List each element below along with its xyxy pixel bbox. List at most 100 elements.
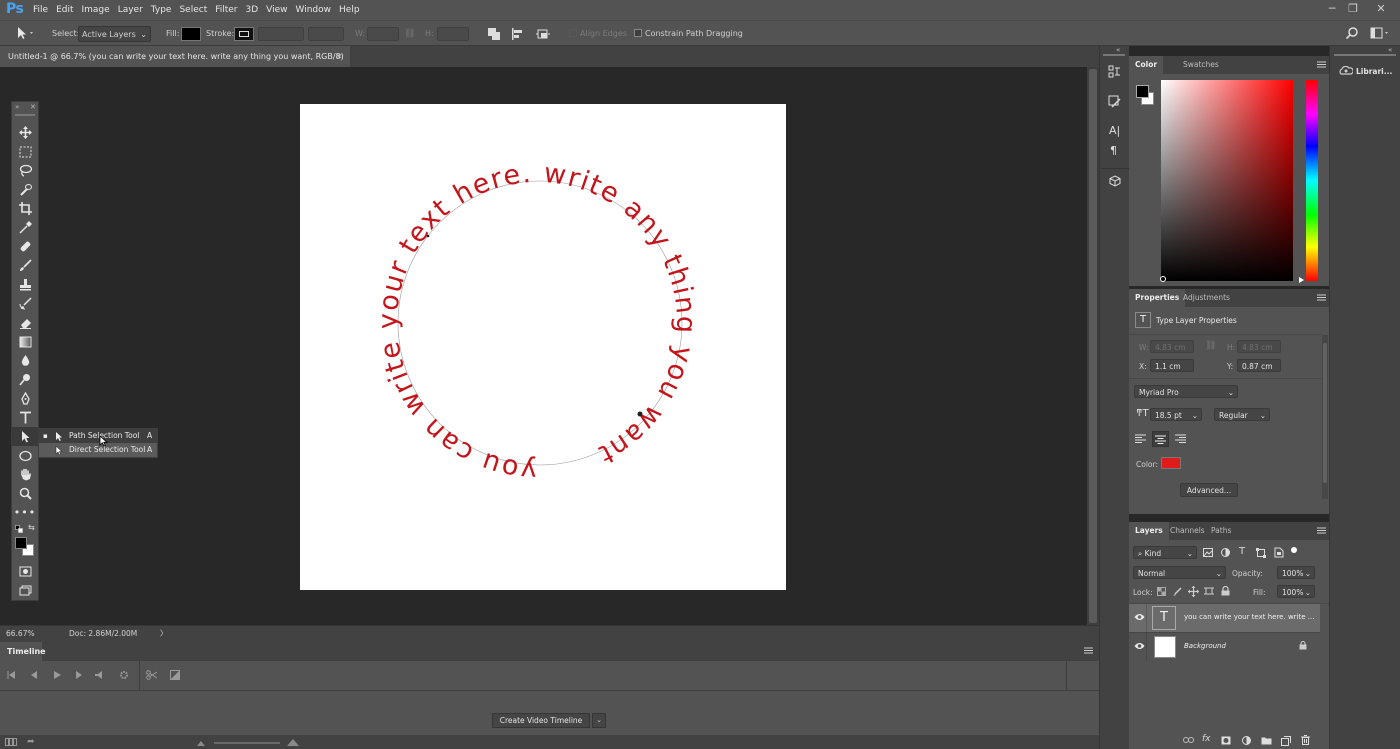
path-arrangement-icon[interactable] <box>535 26 551 42</box>
layer-name[interactable]: you can write your text here. write ... <box>1184 613 1314 621</box>
restore-button[interactable]: ❐ <box>1343 0 1363 20</box>
link-icon[interactable]: ⛓ <box>1205 341 1216 351</box>
history-brush-icon[interactable] <box>12 294 38 313</box>
expand-panels-icon[interactable]: « <box>1116 46 1120 54</box>
h-field[interactable] <box>437 27 469 41</box>
panel-menu-icon[interactable] <box>1317 294 1326 301</box>
align-center-button[interactable] <box>1152 431 1169 447</box>
align-right-icon[interactable] <box>1174 434 1186 444</box>
swap-colors-icon[interactable]: ⇆ <box>28 523 35 532</box>
status-menu-arrow[interactable]: 〉 <box>160 626 168 642</box>
lock-transparent-icon[interactable] <box>1157 587 1166 596</box>
delete-layer-icon[interactable] <box>1301 735 1310 745</box>
tab-layers[interactable]: Layers <box>1129 522 1169 540</box>
hue-slider[interactable] <box>1306 80 1318 281</box>
align-edges-checkbox[interactable] <box>569 29 577 37</box>
3d-panel-icon[interactable] <box>1109 175 1121 187</box>
screen-mode-icon[interactable] <box>12 581 38 600</box>
panel-menu-icon[interactable] <box>1317 61 1326 68</box>
menu-3d[interactable]: 3D <box>246 0 267 20</box>
brush-settings-icon[interactable] <box>1108 95 1121 108</box>
new-group-icon[interactable] <box>1261 736 1272 745</box>
stroke-width-field[interactable] <box>258 27 304 41</box>
path-anchor-point[interactable] <box>637 411 643 417</box>
zoom-level[interactable]: 66.67% <box>6 626 35 642</box>
history-panel-icon[interactable] <box>1108 65 1121 78</box>
text-color-swatch[interactable] <box>1161 457 1181 469</box>
collapse-icon[interactable]: » <box>15 103 19 111</box>
panel-menu-icon[interactable] <box>1084 647 1093 654</box>
blur-tool-icon[interactable] <box>12 351 38 370</box>
layers-scrollbar[interactable] <box>1321 604 1328 734</box>
more-tools-icon[interactable]: ••• <box>12 503 38 522</box>
audio-icon[interactable] <box>95 671 104 679</box>
menu-filter[interactable]: Filter <box>215 0 245 20</box>
path-selection-tool-icon[interactable] <box>14 25 36 41</box>
zoom-in-mountain-icon[interactable] <box>287 738 299 746</box>
filter-smart-object-icon[interactable] <box>1274 547 1284 558</box>
close-button[interactable]: ✕ <box>1371 0 1391 20</box>
timeline-zoom-slider[interactable] <box>214 742 280 744</box>
marquee-tool-icon[interactable] <box>12 142 38 161</box>
tab-color[interactable]: Color <box>1129 56 1164 74</box>
menu-file[interactable]: File <box>33 0 56 20</box>
lasso-tool-icon[interactable] <box>12 161 38 180</box>
libraries-icon[interactable] <box>1339 66 1353 76</box>
panel-grip[interactable] <box>1334 54 1396 56</box>
advanced-button[interactable]: Advanced... <box>1180 483 1238 497</box>
panel-grip[interactable] <box>15 114 35 116</box>
fx-icon[interactable]: fx <box>1202 734 1211 744</box>
expand-libraries-icon[interactable]: « <box>1388 46 1392 54</box>
flyout-item-direct-selection[interactable]: Direct Selection Tool A <box>39 443 157 457</box>
eyedropper-tool-icon[interactable] <box>12 218 38 237</box>
settings-gear-icon[interactable] <box>119 670 129 680</box>
w-field[interactable]: 4.83 cm <box>1150 340 1194 353</box>
add-mask-icon[interactable] <box>1221 736 1231 745</box>
filter-toggle[interactable] <box>1291 547 1297 553</box>
convert-frame-icon[interactable] <box>5 738 17 746</box>
dodge-tool-icon[interactable] <box>12 370 38 389</box>
layer-name[interactable]: Background <box>1184 642 1226 650</box>
tab-adjustments[interactable]: Adjustments <box>1177 289 1236 307</box>
lock-artboard-icon[interactable] <box>1204 586 1214 596</box>
lock-pixels-icon[interactable] <box>1173 587 1182 596</box>
scrollbar-thumb[interactable] <box>1089 69 1097 623</box>
zoom-out-mountain-icon[interactable] <box>197 740 206 746</box>
quick-mask-icon[interactable] <box>12 562 38 581</box>
menu-type[interactable]: Type <box>151 0 180 20</box>
filter-adjustment-icon[interactable] <box>1221 548 1230 557</box>
menu-help[interactable]: Help <box>339 0 368 20</box>
menu-image[interactable]: Image <box>82 0 118 20</box>
lock-all-icon[interactable] <box>1221 586 1230 596</box>
document-canvas[interactable]: you can write your text here. write any … <box>300 104 786 590</box>
blend-mode-dropdown[interactable]: Normal ⌄ <box>1133 566 1226 579</box>
font-style-dropdown[interactable]: Regular ⌄ <box>1214 408 1270 421</box>
menu-view[interactable]: View <box>266 0 295 20</box>
brush-tool-icon[interactable] <box>12 256 38 275</box>
flyout-item-path-selection[interactable]: ▪ Path Selection Tool A <box>39 429 157 443</box>
path-alignment-icon[interactable] <box>511 27 525 41</box>
eraser-tool-icon[interactable] <box>12 313 38 332</box>
x-field[interactable]: 1.1 cm <box>1150 359 1194 372</box>
minimize-button[interactable]: ─ <box>1322 0 1342 20</box>
workspace-icon[interactable] <box>1370 26 1392 40</box>
y-field[interactable]: 0.87 cm <box>1237 359 1281 372</box>
font-size-dropdown[interactable]: 18.5 pt ⌄ <box>1150 408 1202 421</box>
default-colors-icon[interactable] <box>15 525 23 533</box>
layer-row[interactable]: T you can write your text here. write ..… <box>1129 604 1320 632</box>
path-operations-icon[interactable] <box>487 27 501 41</box>
menu-layer[interactable]: Layer <box>118 0 151 20</box>
color-picker-marker[interactable] <box>1160 276 1166 282</box>
ellipse-tool-icon[interactable] <box>12 446 38 465</box>
constrain-checkbox[interactable] <box>634 29 642 37</box>
link-layers-icon[interactable] <box>1183 736 1194 744</box>
layer-row[interactable]: Background <box>1129 632 1320 661</box>
fill-field[interactable]: 100% ⌄ <box>1277 585 1315 598</box>
properties-scrollbar[interactable] <box>1322 335 1328 499</box>
select-dropdown[interactable]: Active Layers ⌄ <box>78 26 151 42</box>
stroke-type-dropdown[interactable] <box>308 27 344 41</box>
new-layer-icon[interactable] <box>1281 736 1291 746</box>
path-selection-tool-button[interactable] <box>12 427 38 446</box>
foreground-color-swatch[interactable] <box>1136 85 1149 98</box>
create-video-timeline-button[interactable]: Create Video Timeline <box>492 713 590 728</box>
